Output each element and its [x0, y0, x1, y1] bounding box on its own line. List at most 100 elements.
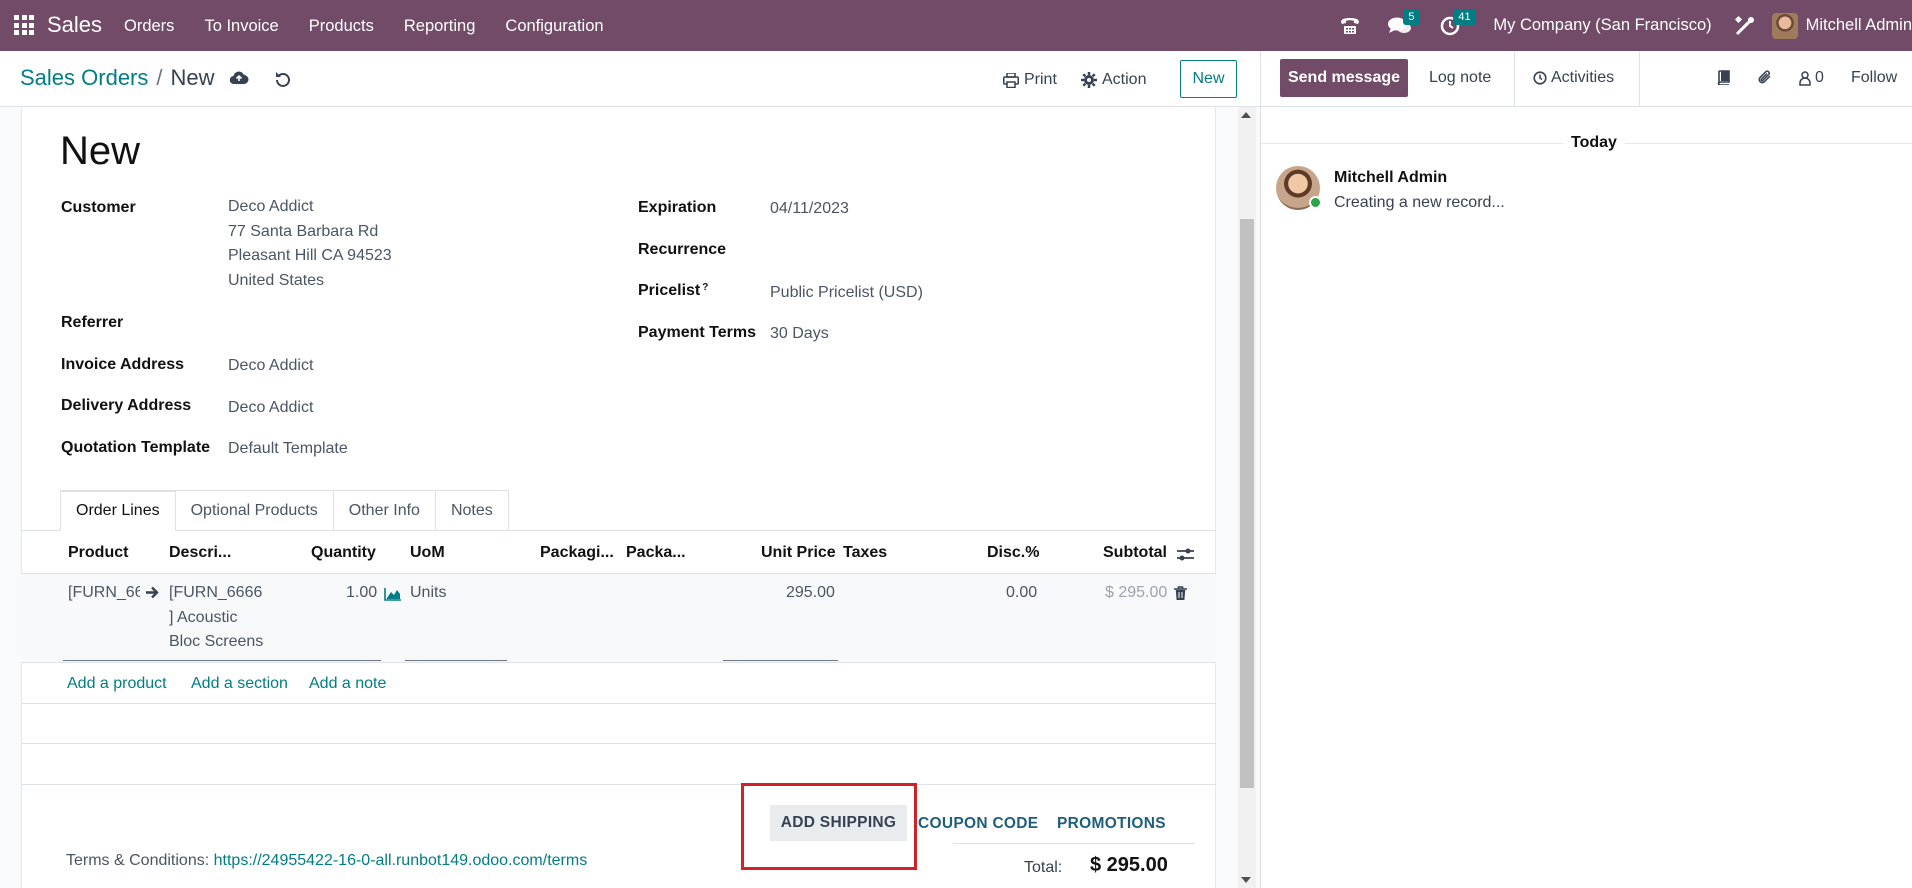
chat-icon[interactable]: 5 — [1387, 8, 1420, 39]
activities-badge: 41 — [1453, 8, 1476, 25]
customer-name: Deco Addict — [228, 198, 314, 215]
app-brand[interactable]: Sales — [47, 12, 102, 38]
product-field-underline — [63, 660, 381, 661]
menu-reporting[interactable]: Reporting — [404, 17, 476, 36]
pricelist-field[interactable]: Public Pricelist (USD) — [770, 281, 923, 306]
followers-button[interactable]: 0 — [1799, 69, 1824, 87]
clock-icon[interactable]: 41 — [1437, 8, 1476, 39]
row-description-line1: [FURN_6666 — [169, 584, 263, 601]
col-quantity[interactable]: Quantity — [311, 544, 376, 562]
log-note-button[interactable]: Log note — [1429, 69, 1491, 87]
invoice-address-field[interactable]: Deco Addict — [228, 354, 313, 379]
payment-terms-field[interactable]: 30 Days — [770, 322, 829, 347]
new-record-button[interactable]: New — [1180, 60, 1237, 98]
phone-icon[interactable] — [1337, 13, 1363, 39]
customer-country: United States — [228, 271, 325, 289]
tab-order-lines[interactable]: Order Lines — [60, 490, 176, 531]
user-menu[interactable]: Mitchell Admin — [1806, 16, 1912, 35]
promotions-button[interactable]: PROMOTIONS — [1057, 815, 1166, 833]
breadcrumb-sales-orders[interactable]: Sales Orders — [20, 65, 148, 91]
pricelist-label-text: Pricelist — [638, 282, 701, 299]
company-switcher[interactable]: My Company (San Francisco) — [1493, 16, 1711, 35]
expiration-field[interactable]: 04/11/2023 — [770, 197, 849, 222]
scrollbar-thumb[interactable] — [1240, 219, 1254, 788]
row-quantity[interactable]: 1.00 — [346, 581, 377, 606]
send-message-button[interactable]: Send message — [1280, 59, 1408, 97]
quotation-template-label: Quotation Template — [61, 439, 211, 456]
scroll-up-arrow-icon[interactable] — [1241, 112, 1251, 118]
clock-icon — [1533, 71, 1547, 85]
delete-trash-icon[interactable] — [1174, 586, 1187, 606]
activities-label: Activities — [1551, 69, 1615, 86]
add-product-link[interactable]: Add a product — [67, 675, 167, 693]
price-field-underline — [723, 660, 838, 661]
customer-field[interactable]: Deco Addict 77 Santa Barbara Rd Pleasant… — [228, 195, 392, 293]
row-description[interactable]: [FURN_6666 ] Acoustic Bloc Screens — [169, 581, 263, 655]
col-uom[interactable]: UoM — [410, 544, 445, 562]
col-subtotal[interactable]: Subtotal — [1103, 544, 1167, 562]
discard-undo-icon[interactable] — [274, 70, 292, 93]
tab-notes[interactable]: Notes — [435, 490, 509, 531]
internal-link-arrow-icon[interactable] — [145, 586, 159, 604]
col-discount[interactable]: Disc.% — [987, 544, 1039, 562]
action-label: Action — [1102, 71, 1147, 88]
print-icon — [1003, 72, 1019, 88]
col-packaging-qty[interactable]: Packagi... — [540, 544, 614, 562]
print-button[interactable]: Print — [1003, 71, 1057, 89]
expiration-label: Expiration — [638, 199, 717, 216]
menu-to-invoice[interactable]: To Invoice — [204, 17, 278, 36]
menu-orders[interactable]: Orders — [124, 17, 174, 36]
highlight-annotation-box — [741, 783, 917, 870]
scroll-down-arrow-icon[interactable] — [1241, 877, 1251, 883]
total-label: Total: — [1024, 859, 1063, 876]
follow-button[interactable]: Follow — [1851, 69, 1897, 87]
col-description[interactable]: Descri... — [169, 544, 231, 562]
menu-configuration[interactable]: Configuration — [505, 17, 603, 36]
top-navbar: Sales Orders To Invoice Products Reporti… — [0, 0, 1912, 51]
row-discount[interactable]: 0.00 — [1006, 581, 1037, 606]
terms-link[interactable]: https://24955422-16-0-all.runbot149.odoo… — [214, 852, 588, 869]
breadcrumb-separator: / — [156, 65, 163, 90]
chatter-topbar: Send message Log note Activities 0 Follo… — [1261, 51, 1912, 107]
help-tooltip-icon[interactable]: ? — [702, 282, 708, 293]
message-body: Creating a new record... — [1334, 194, 1505, 211]
message-author[interactable]: Mitchell Admin — [1334, 169, 1447, 187]
table-divider — [21, 703, 1216, 704]
pricelist-label: Pricelist? — [638, 282, 708, 300]
chatter-panel: Send message Log note Activities 0 Follo… — [1260, 51, 1912, 888]
col-packaging[interactable]: Packa... — [626, 544, 686, 562]
payment-terms-label: Payment Terms — [638, 324, 756, 341]
action-button[interactable]: Action — [1081, 71, 1146, 89]
app-grid-icon[interactable] — [14, 15, 34, 35]
gear-icon — [1081, 72, 1097, 88]
tab-optional-products[interactable]: Optional Products — [175, 490, 334, 531]
add-note-link[interactable]: Add a note — [309, 675, 386, 693]
row-uom[interactable]: Units — [410, 581, 446, 606]
recurrence-label: Recurrence — [638, 241, 727, 258]
add-section-link[interactable]: Add a section — [191, 675, 288, 693]
row-product[interactable]: [FURN_66 — [68, 581, 140, 606]
terms-label: Terms & Conditions: — [66, 852, 210, 869]
book-icon[interactable] — [1717, 70, 1731, 90]
delivery-address-field[interactable]: Deco Addict — [228, 396, 313, 421]
divider — [1639, 51, 1640, 107]
col-product[interactable]: Product — [68, 544, 128, 562]
user-avatar[interactable] — [1771, 12, 1798, 39]
table-divider — [21, 784, 1216, 785]
quotation-template-field[interactable]: Default Template — [228, 437, 348, 462]
row-unit-price[interactable]: 295.00 — [786, 581, 835, 606]
divider — [1514, 51, 1515, 107]
paperclip-icon[interactable] — [1757, 69, 1773, 91]
col-unit-price[interactable]: Unit Price — [761, 544, 836, 562]
debug-tools-icon[interactable] — [1732, 13, 1758, 39]
save-cloud-icon[interactable] — [229, 70, 249, 91]
tab-other-info[interactable]: Other Info — [333, 490, 436, 531]
column-settings-icon[interactable] — [1177, 547, 1194, 567]
referrer-label: Referrer — [61, 314, 124, 331]
col-taxes[interactable]: Taxes — [843, 544, 887, 562]
menu-products[interactable]: Products — [309, 17, 374, 36]
delivery-address-label: Delivery Address — [61, 397, 192, 414]
forecast-chart-icon[interactable] — [384, 587, 402, 606]
activities-button[interactable]: Activities — [1533, 69, 1614, 87]
coupon-code-button[interactable]: COUPON CODE — [918, 815, 1038, 833]
